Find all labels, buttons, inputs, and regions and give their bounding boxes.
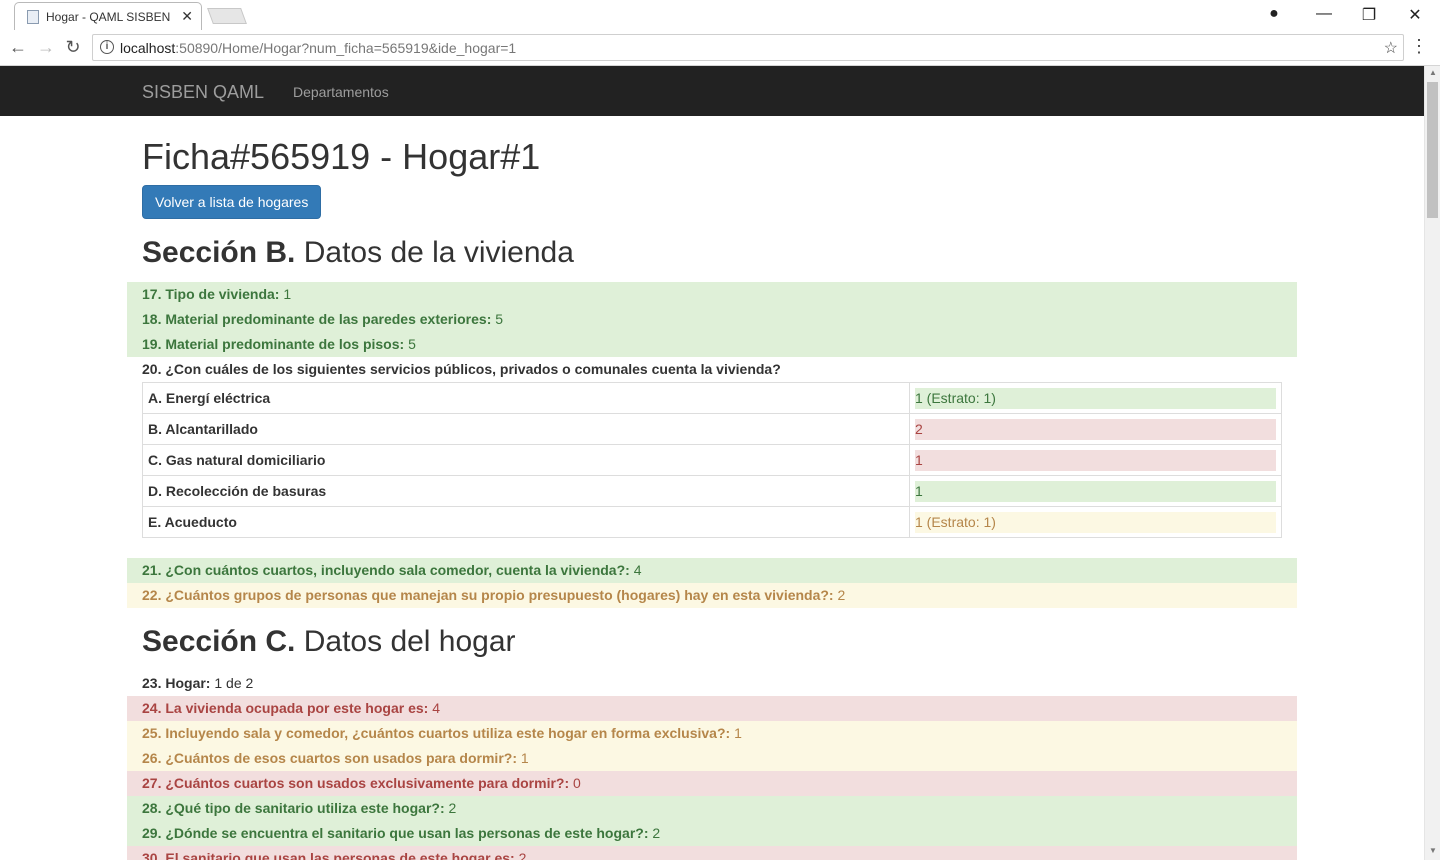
service-name: C. Gas natural domiciliario xyxy=(142,444,910,476)
scroll-thumb[interactable] xyxy=(1427,82,1438,218)
new-tab-button[interactable] xyxy=(207,8,247,24)
question-label: 29. ¿Dónde se encuentra el sanitario que… xyxy=(142,825,649,841)
answer-value: 1 xyxy=(520,750,529,766)
question-label: 24. La vivienda ocupada por este hogar e… xyxy=(142,700,429,716)
page-title: Ficha#565919 - Hogar#1 xyxy=(142,136,541,177)
answer-value: 5 xyxy=(495,311,504,327)
service-name: B. Alcantarillado xyxy=(142,413,910,445)
question-label: 21. ¿Con cuántos cuartos, incluyendo sal… xyxy=(142,562,630,578)
answer-value: 5 xyxy=(408,336,416,352)
page-scrollbar[interactable]: ▲ ▼ xyxy=(1424,66,1440,860)
answer-value: 2 xyxy=(652,825,661,841)
question-row-c4: 27. ¿Cuántos cuartos son usados exclusiv… xyxy=(127,771,1297,796)
reload-icon[interactable]: ↻ xyxy=(63,37,83,58)
service-cell: 2 xyxy=(909,413,1282,445)
browser-tabstrip: Hogar - QAML SISBEN ✕ ● — ❐ ✕ xyxy=(0,0,1440,30)
page-icon xyxy=(27,10,39,24)
question-row-b2: 19. Material predominante de los pisos: … xyxy=(127,332,1297,357)
question-row-b-after1: 22. ¿Cuántos grupos de personas que mane… xyxy=(127,583,1297,608)
question-label: 28. ¿Qué tipo de sanitario utiliza este … xyxy=(142,800,445,816)
question-row-b3: 20. ¿Con cuáles de los siguientes servic… xyxy=(127,357,1297,382)
answer-value: 2 xyxy=(518,850,527,860)
answer-value: 1 de 2 xyxy=(214,675,254,691)
question-label: 18. Material predominante de las paredes… xyxy=(142,311,492,327)
service-value: 1 (Estrato: 1) xyxy=(915,511,1276,533)
question-label: 26. ¿Cuántos de esos cuartos son usados … xyxy=(142,750,517,766)
service-cell: 1 xyxy=(909,475,1282,507)
question-row-c0: 23. Hogar: 1 de 2 xyxy=(127,671,1297,696)
page-viewport: SISBEN QAML Departamentos Ficha#565919 -… xyxy=(0,66,1424,860)
question-label: 23. Hogar: xyxy=(142,675,211,691)
browser-toolbar: ← → ↻ i localhost:50890/Home/Hogar?num_f… xyxy=(0,30,1440,66)
forward-icon[interactable]: → xyxy=(36,37,56,58)
service-value: 2 xyxy=(915,418,1276,440)
service-value: 1 (Estrato: 1) xyxy=(915,387,1276,409)
back-icon[interactable]: ← xyxy=(8,37,28,58)
minimize-icon[interactable]: — xyxy=(1314,5,1334,23)
question-label: 17. Tipo de vivienda: xyxy=(142,286,280,302)
profile-icon[interactable]: ● xyxy=(1264,5,1284,23)
answer-value: 2 xyxy=(448,800,457,816)
question-label: 25. Incluyendo sala y comedor, ¿cuántos … xyxy=(142,725,731,741)
info-icon[interactable]: i xyxy=(100,40,114,54)
answer-value: 4 xyxy=(432,700,441,716)
section-c-heading: Sección C. Datos del hogar xyxy=(142,625,516,658)
scroll-up-icon[interactable]: ▲ xyxy=(1429,68,1437,77)
section-b-heading: Sección B. Datos de la vivienda xyxy=(142,236,574,269)
question-row-b-after0: 21. ¿Con cuántos cuartos, incluyendo sal… xyxy=(127,558,1297,583)
tab-title: Hogar - QAML SISBEN xyxy=(46,10,171,24)
service-cell: 1 (Estrato: 1) xyxy=(909,506,1282,538)
service-cell: 1 (Estrato: 1) xyxy=(909,382,1282,414)
answer-value: 4 xyxy=(633,562,642,578)
question-label: 20. ¿Con cuáles de los siguientes servic… xyxy=(142,361,781,377)
service-value: 1 xyxy=(915,480,1276,502)
answer-value: 0 xyxy=(573,775,581,791)
question-label: 19. Material predominante de los pisos: xyxy=(142,336,405,352)
close-tab-icon[interactable]: ✕ xyxy=(181,8,193,25)
bookmark-star-icon[interactable]: ☆ xyxy=(1384,38,1398,58)
back-to-list-button[interactable]: Volver a lista de hogares xyxy=(142,185,322,219)
restore-icon[interactable]: ❐ xyxy=(1359,5,1379,25)
question-label: 30. El sanitario que usan las personas d… xyxy=(142,850,515,860)
question-row-b1: 18. Material predominante de las paredes… xyxy=(127,307,1297,332)
browser-menu-icon[interactable]: ⋮ xyxy=(1410,36,1428,57)
service-cell: 1 xyxy=(909,444,1282,476)
service-row: E. Acueducto 1 (Estrato: 1) xyxy=(142,506,1282,538)
service-name: E. Acueducto xyxy=(142,506,910,538)
answer-value: 2 xyxy=(837,587,846,603)
url-text[interactable]: localhost:50890/Home/Hogar?num_ficha=565… xyxy=(120,40,516,56)
answer-value: 1 xyxy=(283,286,292,302)
close-window-icon[interactable]: ✕ xyxy=(1405,5,1425,25)
service-row: B. Alcantarillado 2 xyxy=(142,413,1282,445)
question-row-c5: 28. ¿Qué tipo de sanitario utiliza este … xyxy=(127,796,1297,821)
site-navbar: SISBEN QAML Departamentos xyxy=(0,66,1424,116)
scroll-down-icon[interactable]: ▼ xyxy=(1429,846,1437,855)
question-row-c2: 25. Incluyendo sala y comedor, ¿cuántos … xyxy=(127,721,1297,746)
question-row-c6: 29. ¿Dónde se encuentra el sanitario que… xyxy=(127,821,1297,846)
navbar-brand[interactable]: SISBEN QAML xyxy=(142,82,264,103)
question-row-c3: 26. ¿Cuántos de esos cuartos son usados … xyxy=(127,746,1297,771)
service-name: D. Recolección de basuras xyxy=(142,475,910,507)
browser-tab[interactable]: Hogar - QAML SISBEN ✕ xyxy=(14,2,202,30)
service-row: D. Recolección de basuras 1 xyxy=(142,475,1282,507)
service-value: 1 xyxy=(915,449,1276,471)
question-row-b0: 17. Tipo de vivienda: 1 xyxy=(127,282,1297,307)
question-row-c7: 30. El sanitario que usan las personas d… xyxy=(127,846,1297,860)
service-row: A. Energí eléctrica 1 (Estrato: 1) xyxy=(142,382,1282,414)
address-bar[interactable]: i localhost:50890/Home/Hogar?num_ficha=5… xyxy=(92,34,1404,61)
question-label: 22. ¿Cuántos grupos de personas que mane… xyxy=(142,587,834,603)
answer-value: 1 xyxy=(734,725,742,741)
question-label: 27. ¿Cuántos cuartos son usados exclusiv… xyxy=(142,775,570,791)
nav-link-departamentos[interactable]: Departamentos xyxy=(293,84,389,100)
question-row-c1: 24. La vivienda ocupada por este hogar e… xyxy=(127,696,1297,721)
service-name: A. Energí eléctrica xyxy=(142,382,910,414)
service-row: C. Gas natural domiciliario 1 xyxy=(142,444,1282,476)
services-table: A. Energí eléctrica 1 (Estrato: 1) B. Alca… xyxy=(142,382,1282,538)
